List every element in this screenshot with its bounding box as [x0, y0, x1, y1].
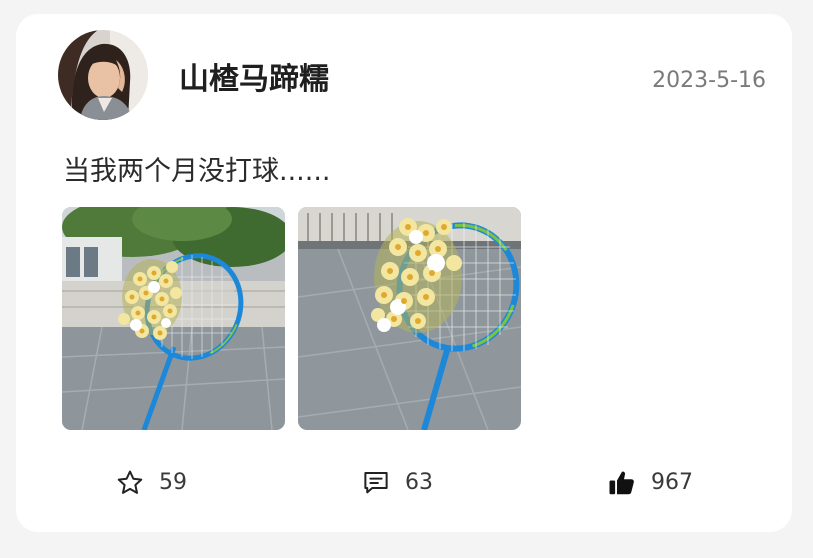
favorite-count: 59 — [159, 470, 187, 495]
star-icon — [114, 467, 146, 499]
thumbs-up-icon — [606, 467, 638, 499]
post-date: 2023-5-16 — [652, 68, 766, 93]
post-card: 山楂马蹄糯 2023-5-16 当我两个月没打球...... 59 63 967 — [16, 14, 792, 532]
avatar[interactable] — [58, 30, 148, 120]
like-count: 967 — [651, 470, 693, 495]
post-photo-1[interactable] — [62, 207, 285, 430]
post-text: 当我两个月没打球...... — [63, 156, 331, 187]
badminton-racket-flowers-closeup-photo — [298, 207, 521, 430]
author-name[interactable]: 山楂马蹄糯 — [179, 62, 329, 98]
user-avatar-image — [58, 30, 148, 120]
comment-count: 63 — [405, 470, 433, 495]
comment-button[interactable]: 63 — [360, 466, 433, 500]
favorite-button[interactable]: 59 — [114, 466, 187, 500]
like-button[interactable]: 967 — [606, 466, 693, 500]
badminton-racket-flowers-photo — [62, 207, 285, 430]
comment-icon — [360, 467, 392, 499]
post-photo-2[interactable] — [298, 207, 521, 430]
